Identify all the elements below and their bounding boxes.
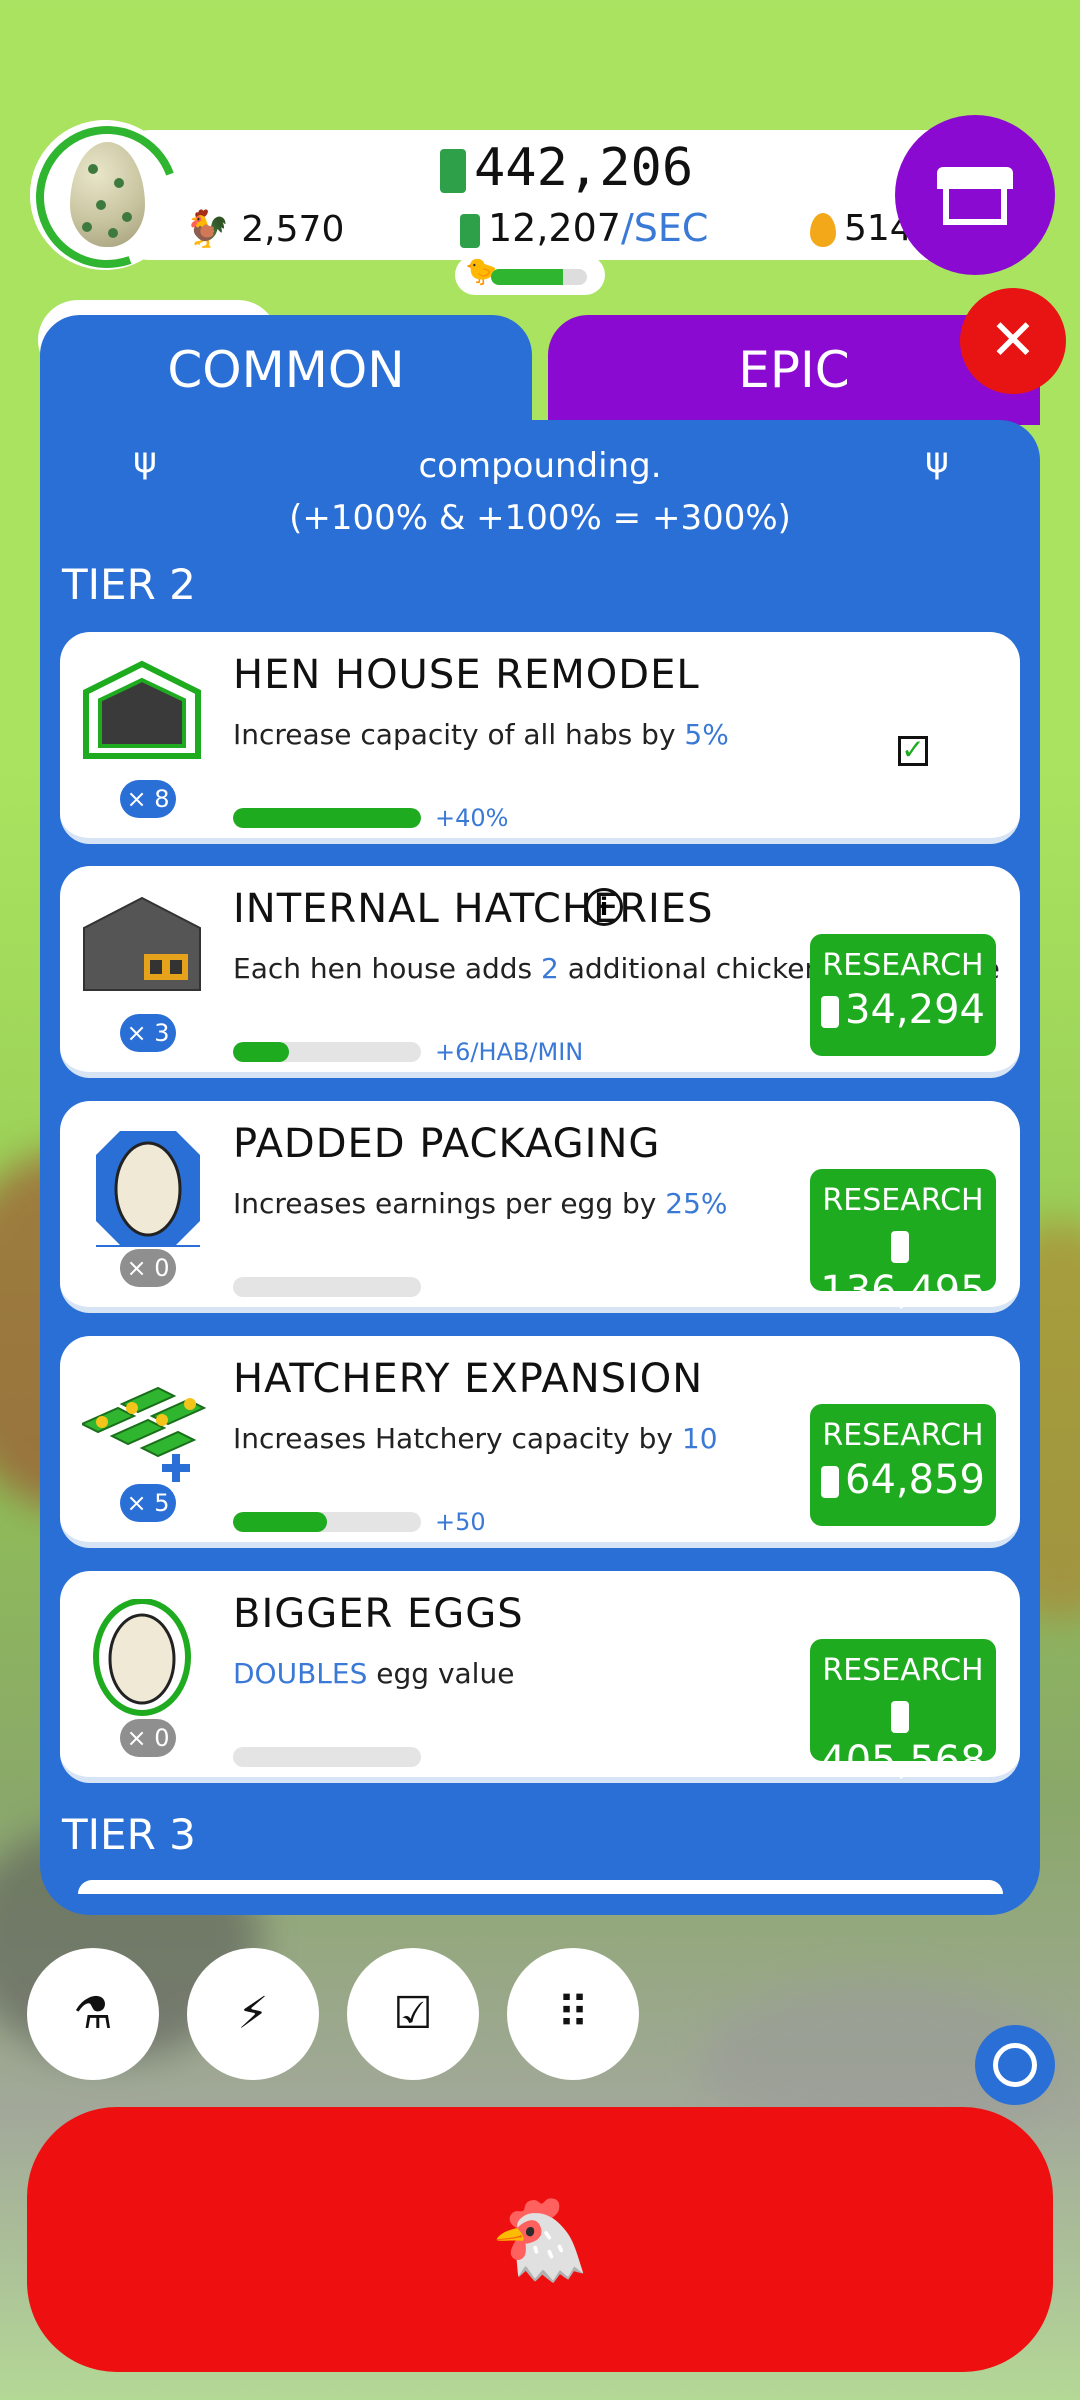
research-progress: [233, 1512, 421, 1532]
research-progress: [233, 1277, 421, 1297]
research-button[interactable]: RESEARCH 64,859: [810, 1404, 996, 1526]
hatchery-house-icon: [82, 894, 202, 1012]
hatchery-progress: [491, 269, 587, 285]
chicken-count: 🐓 2,570: [185, 208, 344, 250]
cash-icon: [891, 1231, 909, 1263]
missions-button[interactable]: ☑: [347, 1948, 479, 2080]
cash-icon: [440, 149, 466, 193]
research-progress: [233, 1747, 421, 1767]
research-description: Increases earnings per egg by 25%: [233, 1187, 728, 1220]
research-title: PADDED PACKAGING: [233, 1121, 661, 1167]
research-cost: 34,294: [845, 987, 985, 1033]
top-hud: 442,206 12,207/SEC 🐓 2,570 514 🐤: [12, 102, 1030, 295]
research-progress: [233, 1042, 421, 1062]
research-card-hen-house-remodel[interactable]: × 8 HEN HOUSE REMODEL Increase capacity …: [60, 632, 1020, 844]
shop-icon-body: [943, 189, 1007, 225]
flask-icon: ⚗: [73, 1988, 113, 2039]
checklist-icon: ☑: [393, 1988, 433, 2039]
close-icon: ✕: [989, 308, 1037, 373]
padded-egg-icon: [82, 1129, 202, 1249]
research-card-internal-hatcheries[interactable]: × 3 INTERNAL HATCHERIES i Each hen house…: [60, 866, 1020, 1078]
research-progress-fill: [233, 808, 421, 828]
research-bonus: +40%: [435, 804, 509, 832]
research-title: INTERNAL HATCHERIES: [233, 886, 714, 932]
research-button-label: RESEARCH: [822, 948, 984, 983]
tier-intro: compounding. (+100% & +100% = +300%): [40, 440, 1040, 544]
research-description: DOUBLES egg value: [233, 1657, 515, 1690]
cash-small-icon: [460, 213, 480, 248]
research-title: HEN HOUSE REMODEL: [233, 652, 700, 698]
research-card-bigger-eggs[interactable]: × 0 BIGGER EGGS DOUBLES egg value RESEAR…: [60, 1571, 1020, 1784]
chicken-count-value: 2,570: [241, 209, 345, 250]
research-bonus: +6/HAB/MIN: [435, 1038, 584, 1066]
camera-toggle-button[interactable]: [975, 2025, 1055, 2105]
research-level-badge: × 0: [120, 1249, 176, 1287]
research-menu-button[interactable]: ⚗: [27, 1948, 159, 2080]
research-progress-fill: [233, 1512, 327, 1532]
research-button[interactable]: RESEARCH 405,568: [810, 1639, 996, 1784]
research-button[interactable]: RESEARCH 136,495: [810, 1169, 996, 1314]
intro-line1: compounding.: [418, 446, 662, 486]
cash-icon: [891, 1701, 909, 1733]
research-bonus: +50: [435, 1508, 486, 1536]
research-level-badge: × 0: [120, 1719, 176, 1757]
money-value: 442,206: [474, 138, 694, 198]
research-title: HATCHERY EXPANSION: [233, 1356, 704, 1402]
info-icon[interactable]: i: [585, 888, 623, 926]
tier-2-heading: TIER 2: [62, 560, 196, 609]
boosts-button[interactable]: ⚡: [187, 1948, 319, 2080]
research-cost: 136,495: [820, 1268, 986, 1314]
research-button[interactable]: RESEARCH 34,294: [810, 934, 996, 1056]
chicken-icon: 🐔: [490, 2193, 590, 2286]
hatchery-beds-icon: [79, 1364, 207, 1482]
hatchery-pill[interactable]: 🐤: [455, 255, 605, 295]
shop-button[interactable]: [895, 115, 1055, 275]
egg-button[interactable]: [12, 102, 202, 292]
research-card-hatchery-expansion[interactable]: × 5 HATCHERY EXPANSION Increases Hatcher…: [60, 1336, 1020, 1548]
hatchery-progress-fill: [491, 269, 563, 285]
rate-unit: /SEC: [620, 206, 709, 250]
bigger-egg-icon: [82, 1598, 202, 1717]
hatch-chicken-button[interactable]: 🐔: [27, 2107, 1053, 2372]
cash-icon: [821, 1466, 840, 1498]
research-cost: 64,859: [845, 1457, 985, 1503]
tab-common[interactable]: COMMON: [40, 315, 532, 425]
research-level-badge: × 8: [120, 780, 176, 818]
shop-icon: [937, 167, 1013, 189]
money-display: 442,206: [440, 138, 693, 198]
research-button-label: RESEARCH: [822, 1418, 984, 1453]
research-level-badge: × 5: [120, 1484, 176, 1522]
research-description: Increases Hatchery capacity by 10: [233, 1422, 718, 1455]
research-title: BIGGER EGGS: [233, 1591, 524, 1637]
research-button-label: RESEARCH: [822, 1183, 984, 1218]
tier-3-heading: TIER 3: [62, 1810, 196, 1859]
menu-grid-button[interactable]: ⠿: [507, 1948, 639, 2080]
research-progress: [233, 808, 421, 828]
completed-check-icon: ✓: [898, 736, 928, 766]
next-card-peek: [78, 1880, 1003, 1894]
golden-egg-icon: [810, 213, 836, 247]
chicken-silhouette-icon: 🐓: [185, 209, 230, 250]
intro-line2: (+100% & +100% = +300%): [289, 498, 791, 538]
hen-house-icon: [82, 660, 202, 778]
research-card-padded-packaging[interactable]: × 0 PADDED PACKAGING Increases earnings …: [60, 1101, 1020, 1314]
research-cost: 405,568: [820, 1738, 986, 1784]
research-level-badge: × 3: [120, 1014, 176, 1052]
research-description: Increase capacity of all habs by 5%: [233, 718, 729, 751]
ring-icon: [993, 2043, 1037, 2087]
close-button[interactable]: ✕: [960, 288, 1066, 394]
cash-icon: [821, 996, 840, 1028]
research-progress-fill: [233, 1042, 290, 1062]
earning-rate: 12,207/SEC: [460, 206, 708, 250]
lightning-icon: ⚡: [237, 1988, 269, 2039]
grid-icon: ⠿: [556, 1988, 590, 2039]
rate-value: 12,207: [488, 206, 621, 250]
research-button-label: RESEARCH: [822, 1653, 984, 1688]
